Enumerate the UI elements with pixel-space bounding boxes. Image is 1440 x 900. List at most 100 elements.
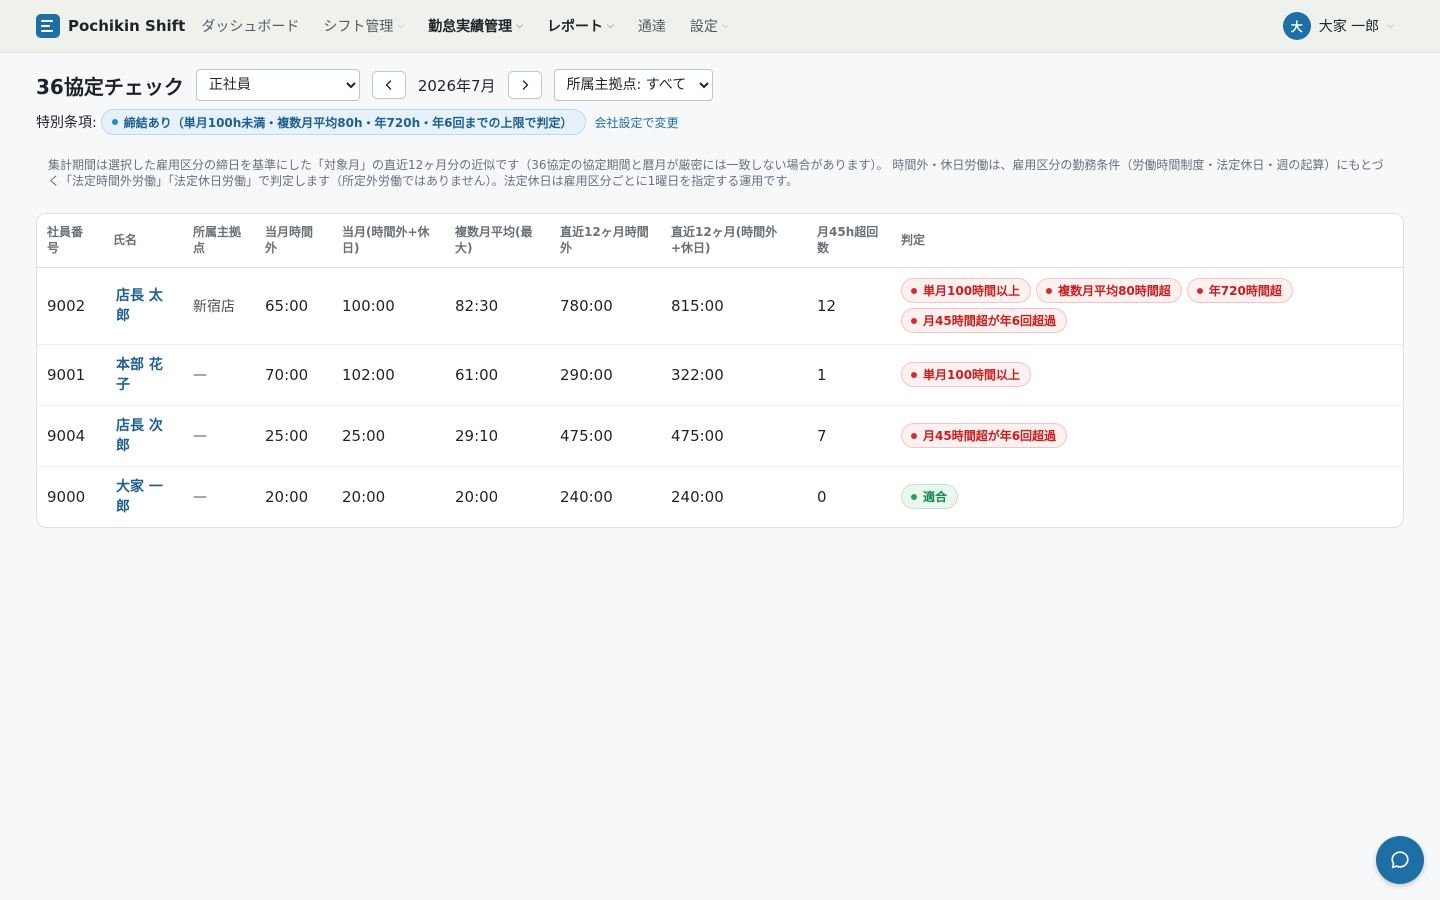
badge-label: 適合 bbox=[923, 490, 948, 505]
month-ot-hol-cell: 20:00 bbox=[342, 487, 386, 506]
column-header: 当月時間外 bbox=[255, 214, 332, 268]
nav-item-attendance[interactable]: 勤怠実績管理 ⌵ bbox=[428, 16, 523, 36]
badge-label: 年720時間超 bbox=[1208, 284, 1282, 298]
judgement-cell: 単月100時間以上 複数月平均80時間超 年720時間超 月45時間超が年6回超… bbox=[891, 267, 1403, 345]
brand[interactable]: Pochikin Shift bbox=[36, 14, 185, 38]
chevron-right-icon bbox=[522, 80, 528, 90]
chevron-down-icon: ⌵ bbox=[721, 21, 729, 31]
month-ot-cell: 70:00 bbox=[255, 344, 332, 406]
location-filter-select[interactable]: 所属主拠点: すべて bbox=[553, 69, 713, 101]
multi-avg-cell: 61:00 bbox=[445, 344, 550, 406]
current-month: 2026年7月 bbox=[417, 76, 496, 95]
menu-lines-icon bbox=[36, 14, 60, 38]
judgement-cell: 月45時間超が年6回超過 bbox=[891, 405, 1403, 467]
month-ot-cell: 20:00 bbox=[265, 487, 309, 506]
status-dot-icon bbox=[911, 287, 917, 294]
month-ot-hol-cell: 100:00 bbox=[332, 267, 445, 345]
status-badge: 複数月平均80時間超 bbox=[1036, 278, 1182, 303]
nav-item-notice[interactable]: 通達 bbox=[638, 16, 666, 36]
nav-item-dashboard[interactable]: ダッシュボード bbox=[201, 16, 299, 36]
badge-label: 月45時間超が年6回超過 bbox=[923, 429, 1057, 443]
column-header: 複数月平均(最大) bbox=[445, 214, 550, 268]
status-badge: 単月100時間以上 bbox=[901, 278, 1032, 303]
y12-ot-hol-cell: 322:00 bbox=[661, 344, 807, 406]
status-badge: 単月100時間以上 bbox=[901, 362, 1032, 387]
chevron-down-icon: ⌵ bbox=[1387, 21, 1394, 31]
next-month-button[interactable] bbox=[507, 71, 542, 99]
nav-item-settings[interactable]: 設定 ⌵ bbox=[690, 16, 729, 36]
employee-link[interactable]: 本部 花子 bbox=[113, 355, 173, 395]
prev-month-button[interactable] bbox=[371, 71, 406, 99]
column-header: 直近12ヶ月(時間外+休日) bbox=[661, 214, 807, 268]
badge-label: 月45時間超が年6回超過 bbox=[923, 314, 1057, 328]
chevron-down-icon: ⌵ bbox=[607, 21, 614, 31]
status-dot-icon bbox=[111, 119, 118, 125]
special-clause-row: 特別条項: 締結あり（単月100h未満・複数月平均80h・年720h・年6回まで… bbox=[36, 109, 1404, 135]
table-header-row: 社員番号 氏名 所属主拠点 当月時間外 当月(時間外+休日) 複数月平均(最大)… bbox=[37, 214, 1403, 268]
badge-label: 単月100時間以上 bbox=[923, 368, 1021, 382]
name-cell: 店長 次郎 bbox=[103, 405, 183, 467]
special-clause-text: 締結あり（単月100h未満・複数月平均80h・年720h・年6回までの上限で判定… bbox=[123, 115, 573, 130]
column-header: 社員番号 bbox=[37, 214, 103, 268]
calculation-note: 集計期間は選択した雇用区分の締日を基準にした「対象月」の直近12ヶ月分の近似です… bbox=[48, 158, 1384, 188]
user-name: 大家 一郎 bbox=[1318, 19, 1380, 35]
top-navbar: Pochikin Shift ダッシュボード シフト管理 ⌵ 勤怠実績管理 ⌵ … bbox=[0, 0, 1440, 53]
over45-count-cell: 12 bbox=[807, 267, 891, 345]
employee-link[interactable]: 大家 一郎 bbox=[113, 477, 173, 517]
chat-button[interactable] bbox=[1376, 836, 1424, 884]
over45-count-cell: 0 bbox=[817, 487, 827, 506]
main-nav: ダッシュボード シフト管理 ⌵ 勤怠実績管理 ⌵ レポート ⌵ 通達 設定 ⌵ bbox=[201, 16, 728, 36]
avatar: 大 bbox=[1282, 12, 1311, 40]
location-cell: — bbox=[183, 344, 255, 406]
nav-item-label: 通達 bbox=[637, 19, 666, 35]
y12-ot-cell: 780:00 bbox=[550, 267, 661, 345]
nav-item-shift[interactable]: シフト管理 ⌵ bbox=[323, 16, 404, 36]
employment-type-select[interactable]: 正社員 bbox=[195, 69, 360, 101]
badge-label: 複数月平均80時間超 bbox=[1058, 284, 1171, 298]
user-menu[interactable]: 大 大家 一郎 ⌵ bbox=[1282, 12, 1394, 40]
compliance-table: 社員番号 氏名 所属主拠点 当月時間外 当月(時間外+休日) 複数月平均(最大)… bbox=[37, 214, 1403, 527]
status-dot-icon bbox=[911, 317, 917, 324]
column-header: 判定 bbox=[891, 214, 1403, 268]
special-clause-label: 特別条項: bbox=[36, 115, 97, 131]
status-badge: 月45時間超が年6回超過 bbox=[901, 423, 1068, 448]
name-cell: 大家 一郎 bbox=[103, 466, 183, 527]
name-cell: 店長 太郎 bbox=[103, 267, 183, 345]
status-dot-icon bbox=[911, 493, 917, 500]
emp-no-cell: 9000 bbox=[47, 487, 86, 506]
judgement-cell: 単月100時間以上 bbox=[891, 344, 1403, 406]
y12-ot-hol-cell: 240:00 bbox=[671, 487, 724, 506]
judgement-cell: 適合 bbox=[891, 466, 1403, 527]
y12-ot-hol-cell: 475:00 bbox=[661, 405, 807, 467]
nav-item-label: ダッシュボード bbox=[201, 19, 300, 35]
month-ot-cell: 25:00 bbox=[255, 405, 332, 467]
y12-ot-hol-cell: 815:00 bbox=[661, 267, 807, 345]
table-row: 9004 店長 次郎 — 25:00 25:00 29:10 475:00 47… bbox=[37, 405, 1403, 467]
chat-bubble-icon bbox=[1391, 851, 1409, 869]
status-dot-icon bbox=[911, 432, 917, 439]
badge-label: 単月100時間以上 bbox=[923, 284, 1021, 298]
month-ot-hol-cell: 102:00 bbox=[332, 344, 445, 406]
column-header: 月45h超回数 bbox=[807, 214, 891, 268]
table-row: 9001 本部 花子 — 70:00 102:00 61:00 290:00 3… bbox=[37, 344, 1403, 406]
employee-link[interactable]: 店長 太郎 bbox=[113, 286, 173, 326]
y12-ot-cell: 475:00 bbox=[550, 405, 661, 467]
nav-item-report[interactable]: レポート ⌵ bbox=[547, 16, 614, 36]
multi-avg-cell: 29:10 bbox=[445, 405, 550, 467]
over45-count-cell: 7 bbox=[807, 405, 891, 467]
chevron-down-icon: ⌵ bbox=[397, 21, 405, 31]
y12-ot-cell: 240:00 bbox=[560, 487, 613, 506]
company-settings-link[interactable]: 会社設定で変更 bbox=[595, 114, 679, 131]
status-dot-icon bbox=[911, 371, 917, 378]
employee-link[interactable]: 店長 次郎 bbox=[113, 416, 173, 456]
page-title: 36協定チェック bbox=[36, 74, 184, 99]
compliance-table-card: 社員番号 氏名 所属主拠点 当月時間外 当月(時間外+休日) 複数月平均(最大)… bbox=[36, 213, 1404, 528]
multi-avg-cell: 82:30 bbox=[445, 267, 550, 345]
location-cell: — bbox=[193, 488, 207, 505]
column-header: 直近12ヶ月時間外 bbox=[550, 214, 661, 268]
month-ot-hol-cell: 25:00 bbox=[332, 405, 445, 467]
table-row: 9002 店長 太郎 新宿店 65:00 100:00 82:30 780:00… bbox=[37, 267, 1403, 345]
nav-item-label: 設定 bbox=[689, 19, 718, 35]
emp-no-cell: 9004 bbox=[37, 405, 103, 467]
location-cell: 新宿店 bbox=[183, 267, 255, 345]
